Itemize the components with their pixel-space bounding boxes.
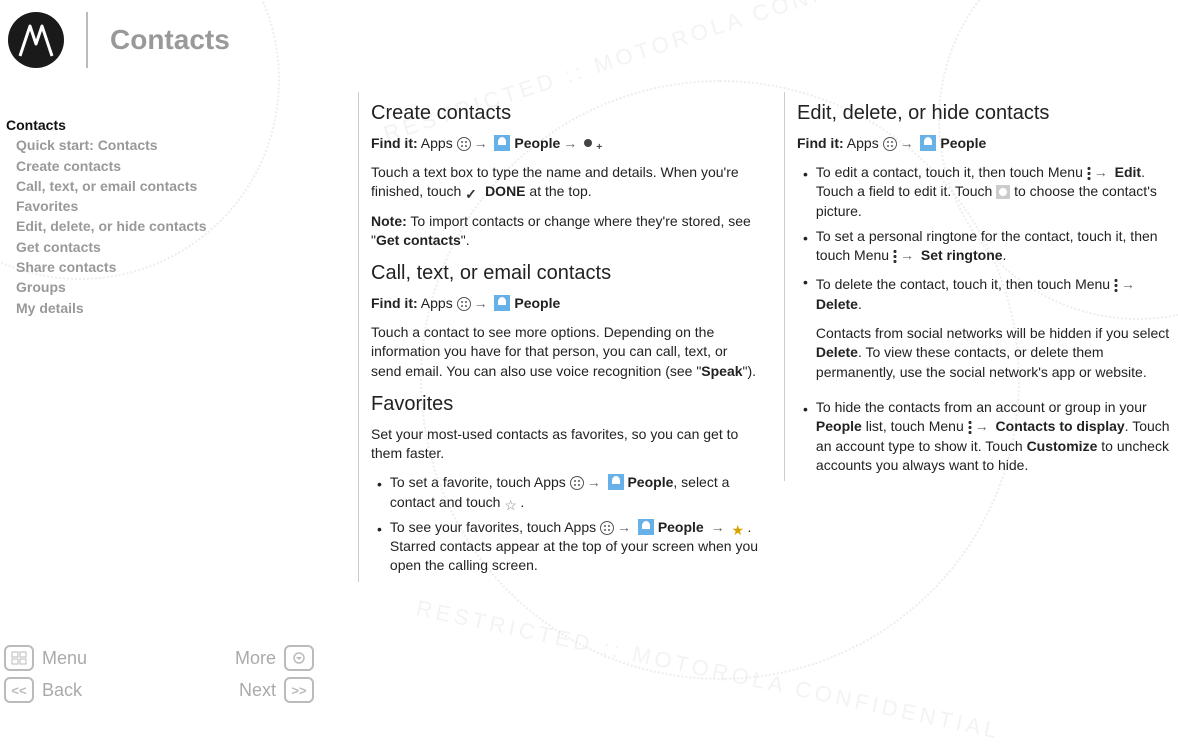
more-button[interactable]: More	[235, 645, 314, 671]
edit-bullet-4: • To hide the contacts from an account o…	[803, 398, 1174, 475]
call-text: Touch a contact to see more options. Dep…	[371, 323, 758, 381]
people-icon	[920, 135, 936, 151]
apps-icon	[883, 137, 897, 151]
edit-bullet-2: • To set a personal ringtone for the con…	[803, 227, 1174, 266]
more-icon	[284, 645, 314, 671]
menu-button[interactable]: Menu	[4, 645, 87, 671]
people-icon	[608, 474, 624, 490]
header: Contacts	[0, 10, 230, 70]
nav-item-my-details[interactable]: My details	[16, 298, 256, 318]
check-icon	[465, 185, 481, 201]
back-button[interactable]: << Back	[4, 677, 82, 703]
content-column-2: Edit, delete, or hide contacts Find it: …	[784, 92, 1174, 481]
picture-placeholder-icon	[996, 185, 1010, 199]
people-icon	[494, 295, 510, 311]
header-divider	[86, 12, 88, 68]
star-outline-icon	[504, 496, 520, 512]
back-icon: <<	[4, 677, 34, 703]
edit-bullet-3: • To delete the contact, touch it, then …	[803, 271, 1174, 392]
content-column-1: Create contacts Find it: Apps → People→ …	[358, 92, 758, 582]
nav-item-edit-delete-hide[interactable]: Edit, delete, or hide contacts	[16, 216, 256, 236]
apps-icon	[570, 476, 584, 490]
find-it-edit: Find it: Apps → People	[797, 134, 1174, 153]
create-text: Touch a text box to type the name and de…	[371, 163, 758, 202]
favorites-bullet-2: • To see your favorites, touch Apps → Pe…	[377, 518, 758, 576]
star-filled-icon	[732, 521, 748, 537]
find-it-call: Find it: Apps → People	[371, 294, 758, 313]
nav-item-share[interactable]: Share contacts	[16, 257, 256, 277]
more-label: More	[235, 648, 276, 669]
find-it-create: Find it: Apps → People→	[371, 134, 758, 153]
nav-item-groups[interactable]: Groups	[16, 277, 256, 297]
favorites-intro: Set your most-used contacts as favorites…	[371, 425, 758, 464]
bottom-nav: Menu More << Back Next >>	[4, 639, 314, 703]
page-title: Contacts	[110, 24, 230, 56]
nav-item-get-contacts[interactable]: Get contacts	[16, 237, 256, 257]
heading-edit-delete-hide: Edit, delete, or hide contacts	[797, 100, 1174, 128]
next-button[interactable]: Next >>	[239, 677, 314, 703]
add-person-icon	[584, 139, 600, 151]
people-icon	[638, 519, 654, 535]
edit-bullet-1: • To edit a contact, touch it, then touc…	[803, 163, 1174, 221]
apps-icon	[457, 297, 471, 311]
nav-item-quick-start[interactable]: Quick start: Contacts	[16, 135, 256, 155]
menu-icon	[4, 645, 34, 671]
next-label: Next	[239, 680, 276, 701]
nav-item-call-text-email[interactable]: Call, text, or email contacts	[16, 176, 256, 196]
people-icon	[494, 135, 510, 151]
heading-favorites: Favorites	[371, 391, 758, 419]
favorites-bullet-1: • To set a favorite, touch Apps → People…	[377, 473, 758, 512]
back-label: Back	[42, 680, 82, 701]
menu-label: Menu	[42, 648, 87, 669]
nav-item-favorites[interactable]: Favorites	[16, 196, 256, 216]
heading-create-contacts: Create contacts	[371, 100, 758, 128]
motorola-logo	[8, 12, 64, 68]
create-note: Note: To import contacts or change where…	[371, 212, 758, 251]
heading-call-text-email: Call, text, or email contacts	[371, 260, 758, 288]
nav-section-head[interactable]: Contacts	[6, 115, 256, 135]
sidebar-nav: Contacts Quick start: Contacts Create co…	[6, 115, 256, 318]
apps-icon	[457, 137, 471, 151]
apps-icon	[600, 521, 614, 535]
next-icon: >>	[284, 677, 314, 703]
nav-item-create[interactable]: Create contacts	[16, 156, 256, 176]
